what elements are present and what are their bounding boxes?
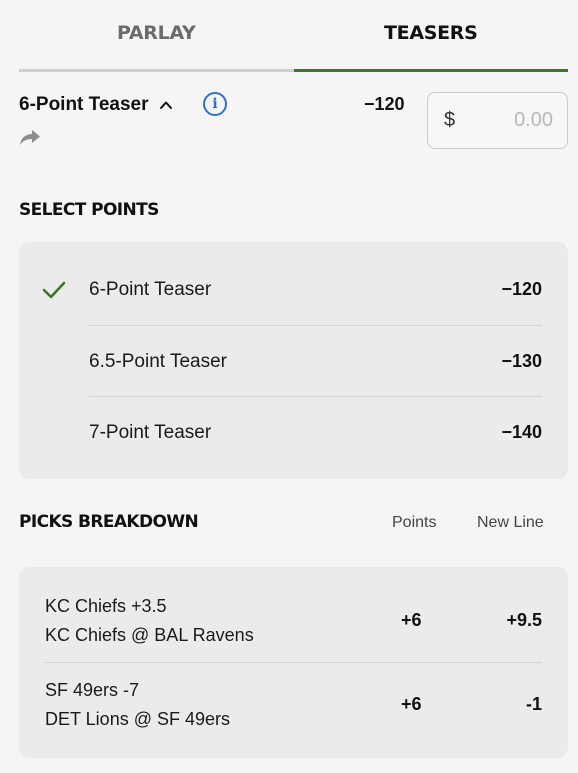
option-label: 6.5-Point Teaser: [89, 350, 228, 372]
pick-new-line: -1: [525, 694, 542, 714]
tab-parlay[interactable]: PARLAY: [19, 0, 294, 72]
tab-teasers[interactable]: TEASERS: [293, 0, 568, 72]
picks-breakdown-heading: PICKS BREAKDOWN: [19, 512, 199, 532]
option-odds: −140: [501, 422, 542, 442]
option-odds: −130: [501, 351, 542, 371]
teaser-option-7[interactable]: 7-Point Teaser −140: [89, 397, 542, 468]
pick-new-line: +9.5: [506, 610, 542, 630]
checkmark-icon: [42, 281, 66, 299]
currency-symbol: $: [444, 109, 456, 131]
teaser-header: 6-Point Teaser i −120 $: [19, 92, 568, 152]
points-column-header: Points: [392, 514, 437, 531]
info-icon[interactable]: i: [203, 92, 227, 116]
teaser-option-6-5[interactable]: 6.5-Point Teaser −130: [89, 326, 542, 397]
pick-game: KC Chiefs @ BAL Ravens: [45, 625, 254, 645]
divider: [45, 662, 542, 663]
option-label: 7-Point Teaser: [89, 421, 212, 443]
teaser-option-6[interactable]: 6-Point Teaser −120: [89, 254, 542, 325]
teaser-betslip: PARLAY TEASERS 6-Point Teaser i −120 $ S…: [0, 0, 578, 773]
pick-selection: SF 49ers -7: [45, 680, 140, 700]
share-arrow-icon[interactable]: [19, 126, 41, 148]
teaser-title-toggle[interactable]: 6-Point Teaser: [19, 94, 173, 116]
option-label: 6-Point Teaser: [89, 278, 212, 300]
pick-row: KC Chiefs +3.5 KC Chiefs @ BAL Ravens +6…: [45, 596, 542, 680]
teaser-odds: −120: [364, 94, 405, 114]
new-line-column-header: New Line: [477, 514, 544, 531]
wager-field[interactable]: $: [427, 92, 568, 149]
select-points-card: 6-Point Teaser −120 6.5-Point Teaser −13…: [19, 242, 568, 479]
picks-breakdown-card: KC Chiefs +3.5 KC Chiefs @ BAL Ravens +6…: [19, 567, 568, 758]
select-points-heading: SELECT POINTS: [19, 200, 159, 220]
pick-points: +6: [401, 610, 422, 630]
pick-row: SF 49ers -7 DET Lions @ SF 49ers +6 -1: [45, 680, 542, 764]
teaser-title: 6-Point Teaser: [19, 94, 149, 115]
chevron-up-icon: [159, 101, 172, 109]
option-odds: −120: [501, 279, 542, 299]
pick-selection: KC Chiefs +3.5: [45, 596, 167, 616]
bet-type-tabs: PARLAY TEASERS: [19, 0, 568, 72]
pick-game: DET Lions @ SF 49ers: [45, 709, 231, 729]
pick-points: +6: [401, 694, 422, 714]
wager-input[interactable]: [455, 109, 553, 132]
